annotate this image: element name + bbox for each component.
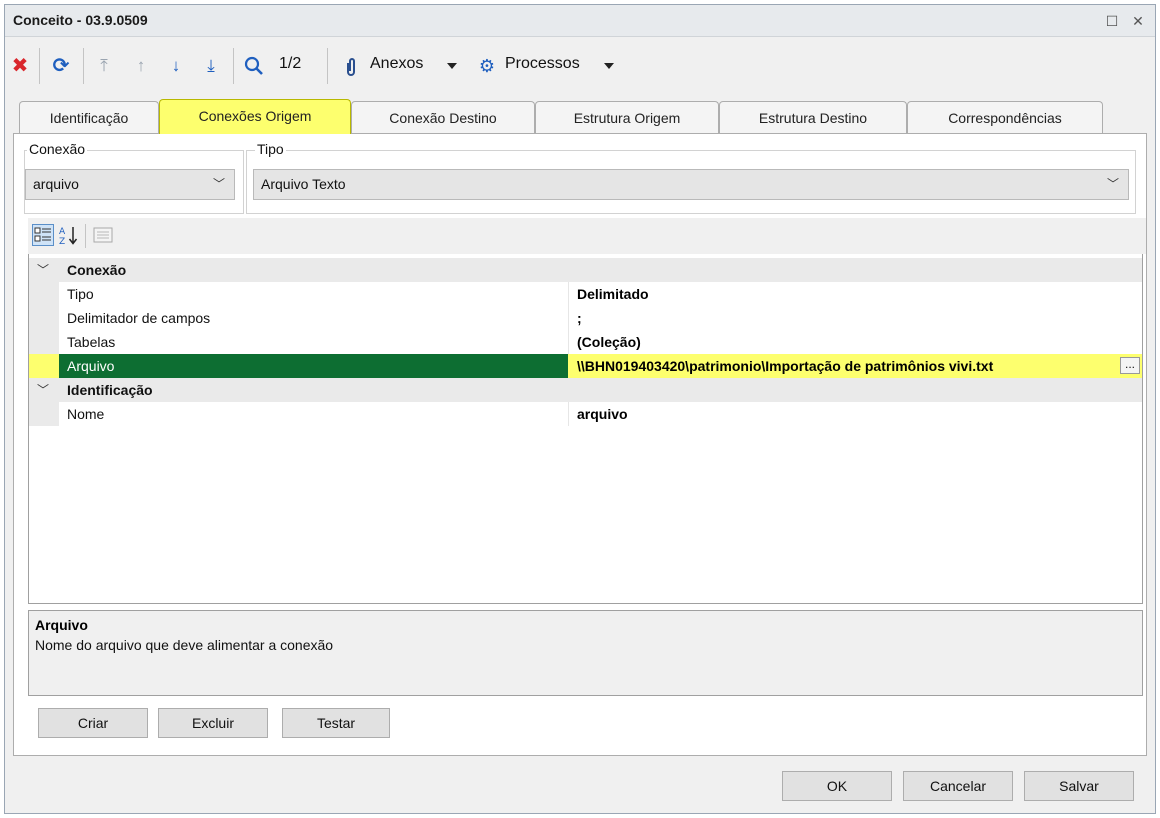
chevron-down-icon: ﹀ [212,177,225,191]
chevron-down-icon[interactable] [447,63,457,69]
property-grid-toolbar: AZ [28,218,1146,254]
row-gutter [29,402,59,426]
property-name: Delimitador de campos [67,310,211,326]
tab-conexoes-origem[interactable]: Conexões Origem [159,99,351,134]
criar-button[interactable]: Criar [38,708,148,738]
svg-text:A: A [59,227,66,237]
chevron-down-icon[interactable] [604,63,614,69]
property-row-tipo[interactable]: Tipo Delimitado [29,282,1142,306]
testar-button[interactable]: Testar [282,708,390,738]
property-pages-icon[interactable] [92,224,114,246]
property-value[interactable]: (Coleção) [577,330,641,354]
tab-conexao-destino[interactable]: Conexão Destino [351,101,535,133]
tipo-label: Tipo [255,141,286,157]
column-divider [568,402,569,426]
ok-button[interactable]: OK [782,771,892,801]
property-name: Tabelas [67,334,116,350]
salvar-button[interactable]: Salvar [1024,771,1134,801]
refresh-icon[interactable]: ⟳ [49,53,73,79]
processos-button[interactable]: Processos [505,55,580,73]
toolbar: ✖ ⟳ ⤒ ↑ ↓ ⤓ 1/2 Anexos ⚙ Processos [5,38,1155,92]
tipo-value: Arquivo Texto [261,176,346,192]
conexao-select[interactable]: arquivo ﹀ [25,169,235,200]
paperclip-icon[interactable] [341,53,361,79]
browse-file-button[interactable]: ... [1120,357,1140,374]
last-record-icon[interactable]: ⤓ [200,53,222,79]
column-divider [568,282,569,306]
property-row-nome[interactable]: Nome arquivo [29,402,1142,426]
first-record-icon[interactable]: ⤒ [93,53,115,79]
toolbar-separator [233,48,234,84]
chevron-down-icon: ﹀ [1106,177,1119,191]
description-panel: Arquivo Nome do arquivo que deve aliment… [28,610,1143,696]
previous-record-icon[interactable]: ↑ [130,53,152,79]
tipo-group: Tipo Arquivo Texto ﹀ [246,141,1136,214]
conexao-group: Conexão arquivo ﹀ [24,141,244,214]
tab-estrutura-origem[interactable]: Estrutura Origem [535,101,719,133]
page-indicator: 1/2 [279,55,302,72]
tipo-select[interactable]: Arquivo Texto ﹀ [253,169,1129,200]
property-grid: ﹀ Conexão Tipo Delimitado Delimitador de… [28,254,1143,604]
property-name: Nome [67,406,105,422]
property-value[interactable]: Delimitado [577,282,649,306]
toolbar-separator [327,48,328,84]
next-record-icon[interactable]: ↓ [165,53,187,79]
tab-panel: Conexão arquivo ﹀ Tipo Arquivo Texto ﹀ A… [13,133,1147,756]
excluir-button[interactable]: Excluir [158,708,268,738]
column-divider [568,330,569,354]
close-icon[interactable]: ✕ [1127,10,1149,32]
conexao-value: arquivo [33,176,79,192]
search-icon[interactable] [243,53,265,79]
toolbar-separator [85,224,86,248]
property-name: Arquivo [59,354,568,378]
cancelar-button[interactable]: Cancelar [903,771,1013,801]
category-row-conexao[interactable]: ﹀ Conexão [29,258,1142,282]
property-row-delimitador[interactable]: Delimitador de campos ; [29,306,1142,330]
property-value[interactable]: ; [577,306,582,330]
column-divider [568,306,569,330]
row-gutter [29,282,59,306]
sort-alphabetical-icon[interactable]: AZ [58,224,80,247]
property-value[interactable]: arquivo [577,402,628,426]
row-gutter [29,306,59,330]
property-row-tabelas[interactable]: Tabelas (Coleção) [29,330,1142,354]
collapse-chevron-icon[interactable]: ﹀ [37,378,49,402]
anexos-button[interactable]: Anexos [370,55,423,73]
collapse-chevron-icon[interactable]: ﹀ [37,258,49,282]
categorized-view-icon[interactable] [32,224,54,246]
title-bar: Conceito - 03.9.0509 ☐ ✕ [5,5,1155,37]
description-title: Arquivo [35,617,88,633]
toolbar-separator [83,48,84,84]
property-name: Tipo [67,286,94,302]
tab-identificacao[interactable]: Identificação [19,101,159,133]
tab-estrutura-destino[interactable]: Estrutura Destino [719,101,907,133]
dialog-window: Conceito - 03.9.0509 ☐ ✕ ✖ ⟳ ⤒ ↑ ↓ ⤓ 1/2… [4,4,1156,814]
toolbar-separator [39,48,40,84]
window-title: Conceito - 03.9.0509 [13,12,148,28]
description-text: Nome do arquivo que deve alimentar a con… [35,637,334,653]
tab-correspondencias[interactable]: Correspondências [907,101,1103,133]
row-gutter [29,330,59,354]
property-row-arquivo[interactable]: Arquivo \\BHN019403420\patrimonio\Import… [29,354,1142,378]
tab-strip: Identificação Conexões Origem Conexão De… [13,99,1147,134]
row-gutter [29,354,59,378]
arquivo-path-input[interactable]: \\BHN019403420\patrimonio\Importação de … [577,354,1117,378]
delete-icon[interactable]: ✖ [9,53,31,79]
maximize-icon[interactable]: ☐ [1101,10,1123,32]
category-row-identificacao[interactable]: ﹀ Identificação [29,378,1142,402]
gear-icon[interactable]: ⚙ [475,53,499,79]
category-label: Conexão [67,262,127,278]
conexao-label: Conexão [27,141,88,157]
svg-text:Z: Z [59,237,65,246]
category-label: Identificação [67,382,153,398]
